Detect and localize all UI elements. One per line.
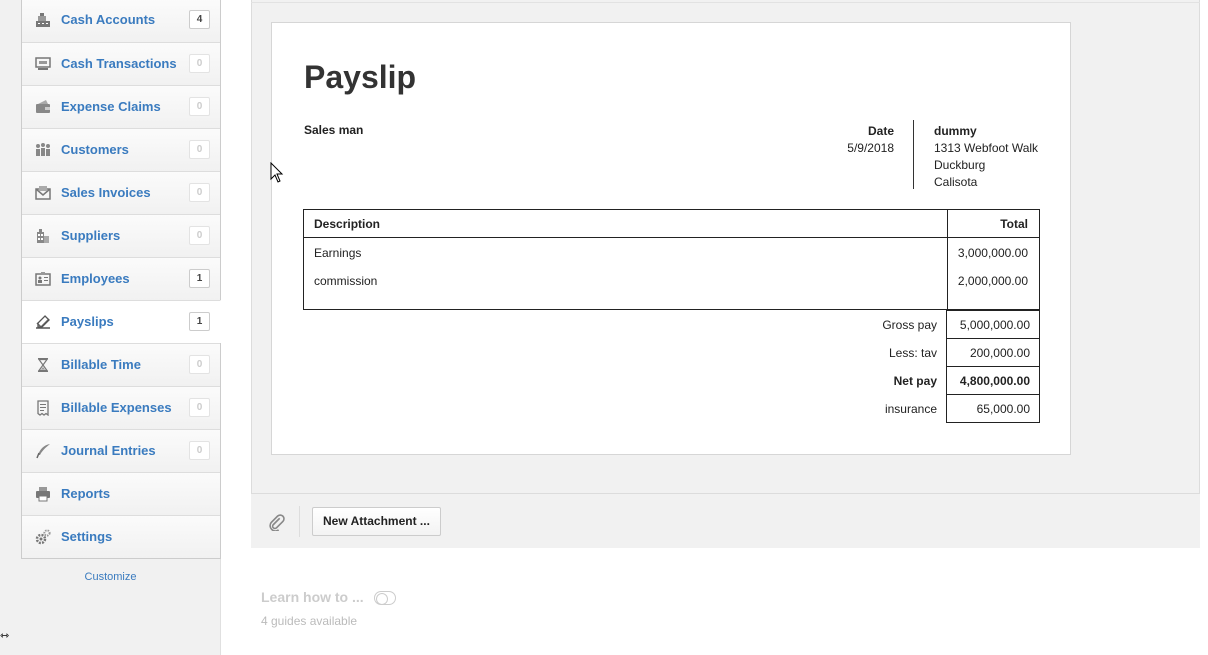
address-line: Duckburg	[934, 158, 986, 172]
address-line: 1313 Webfoot Walk	[934, 141, 1039, 155]
row-total: 3,000,000.00	[957, 246, 1028, 260]
sidebar-item-label: Employees	[61, 271, 130, 286]
sidebar-item-customers[interactable]: Customers 0	[22, 128, 220, 171]
date-block: Date 5/9/2018	[812, 123, 894, 157]
sidebar-item-label: Suppliers	[61, 228, 121, 243]
sidebar-item-employees[interactable]: Employees 1	[22, 257, 220, 300]
table-header: Description Total	[304, 210, 1039, 238]
row-total: 2,000,000.00	[957, 274, 1028, 288]
count-badge: 0	[189, 355, 210, 374]
gears-icon	[35, 529, 51, 545]
divider	[299, 506, 300, 537]
sidebar-item-cash-transactions[interactable]: Cash Transactions 0	[22, 42, 220, 85]
count-badge: 1	[189, 269, 210, 288]
table-row: Earnings 3,000,000.00	[304, 239, 1039, 267]
employee-name: Sales man	[304, 123, 364, 137]
sidebar-item-billable-time[interactable]: Billable Time 0	[22, 343, 220, 386]
row-description: commission	[314, 274, 378, 288]
deduction-row: Less: tav 200,000.00	[303, 338, 1040, 367]
column-header-description: Description	[314, 217, 381, 231]
insurance-row: insurance 65,000.00	[303, 394, 1040, 423]
cash-register-icon	[35, 12, 51, 28]
gross-pay-value: 5,000,000.00	[959, 318, 1030, 332]
sidebar-item-label: Billable Time	[61, 357, 141, 372]
paperclip-icon	[268, 514, 285, 532]
count-badge: 0	[189, 183, 210, 202]
net-pay-row: Net pay 4,800,000.00	[303, 366, 1040, 395]
sidebar-nav: Cash Accounts 4 Cash Transactions 0 Expe…	[21, 0, 221, 559]
sidebar-item-label: Expense Claims	[61, 99, 161, 114]
page-title: Payslip	[304, 59, 417, 95]
column-header-total: Total	[1000, 217, 1028, 231]
company-address: dummy 1313 Webfoot Walk Duckburg Calisot…	[934, 123, 1038, 191]
hourglass-icon	[35, 357, 51, 373]
sidebar-item-label: Cash Accounts	[61, 12, 156, 27]
sidebar-item-label: Settings	[61, 529, 113, 544]
sidebar-item-payslips[interactable]: Payslips 1	[22, 300, 221, 343]
customers-icon	[35, 142, 51, 158]
id-card-icon	[35, 271, 51, 287]
envelope-icon	[35, 185, 51, 201]
insurance-label: insurance	[884, 402, 937, 416]
mouse-cursor-icon	[270, 161, 284, 184]
learn-toggle[interactable]	[374, 591, 396, 605]
guides-count: 4 guides available	[261, 614, 358, 628]
date-value: 5/9/2018	[847, 141, 894, 155]
count-badge: 0	[189, 97, 210, 116]
divider	[251, 2, 1200, 3]
sidebar-item-journal-entries[interactable]: Journal Entries 0	[22, 429, 220, 472]
payslip-document: Payslip Sales man Date 5/9/2018 dummy 13…	[271, 22, 1071, 455]
sidebar-item-label: Reports	[61, 486, 111, 501]
net-pay-label: Net pay	[893, 374, 937, 388]
printer-icon	[35, 486, 51, 502]
sidebar-item-label: Sales Invoices	[61, 185, 151, 200]
table-row: commission 2,000,000.00	[304, 267, 1039, 295]
sidebar-item-cash-accounts[interactable]: Cash Accounts 4	[22, 0, 220, 42]
sidebar-item-expense-claims[interactable]: Expense Claims 0	[22, 85, 220, 128]
count-badge: 0	[189, 54, 210, 73]
sidebar-item-label: Customers	[61, 142, 129, 157]
date-label: Date	[867, 124, 894, 138]
count-badge: 1	[189, 312, 210, 331]
count-badge: 0	[189, 140, 210, 159]
sidebar-item-label: Billable Expenses	[61, 400, 172, 415]
net-pay-value: 4,800,000.00	[959, 374, 1030, 388]
receipt-icon	[35, 400, 51, 416]
sidebar-item-label: Journal Entries	[61, 443, 156, 458]
quill-icon	[35, 443, 51, 459]
sidebar-item-reports[interactable]: Reports	[22, 472, 220, 515]
customize-link[interactable]: Customize	[0, 571, 221, 583]
count-badge: 0	[189, 441, 210, 460]
company-name: dummy	[934, 124, 977, 138]
sidebar-item-sales-invoices[interactable]: Sales Invoices 0	[22, 171, 220, 214]
sidebar-collapse-handle[interactable]: ⇿	[0, 629, 9, 642]
attachments-bar: New Attachment ...	[251, 493, 1200, 548]
sidebar-item-billable-expenses[interactable]: Billable Expenses 0	[22, 386, 220, 429]
count-badge: 4	[189, 10, 210, 29]
pen-paper-icon	[35, 314, 51, 330]
wallet-icon	[35, 99, 51, 115]
new-attachment-button[interactable]: New Attachment ...	[312, 507, 441, 536]
sidebar-item-label: Cash Transactions	[61, 56, 177, 71]
row-description: Earnings	[314, 246, 362, 260]
count-badge: 0	[189, 226, 210, 245]
sidebar-item-suppliers[interactable]: Suppliers 0	[22, 214, 220, 257]
sidebar-item-settings[interactable]: Settings	[22, 515, 220, 558]
insurance-value: 65,000.00	[976, 402, 1030, 416]
learn-how-to-title[interactable]: Learn how to ...	[261, 589, 364, 605]
count-badge: 0	[189, 398, 210, 417]
building-icon	[35, 228, 51, 244]
transactions-icon	[35, 56, 51, 72]
sidebar: Cash Accounts 4 Cash Transactions 0 Expe…	[0, 0, 221, 655]
sidebar-item-label: Payslips	[61, 314, 114, 329]
gross-pay-row: Gross pay 5,000,000.00	[303, 310, 1040, 339]
deduction-label: Less: tav	[888, 346, 937, 360]
address-line: Calisota	[934, 175, 978, 189]
deduction-value: 200,000.00	[969, 346, 1030, 360]
gross-pay-label: Gross pay	[882, 318, 937, 332]
divider	[913, 120, 914, 189]
payslip-table: Description Total Earnings 3,000,000.00 …	[303, 209, 1040, 310]
